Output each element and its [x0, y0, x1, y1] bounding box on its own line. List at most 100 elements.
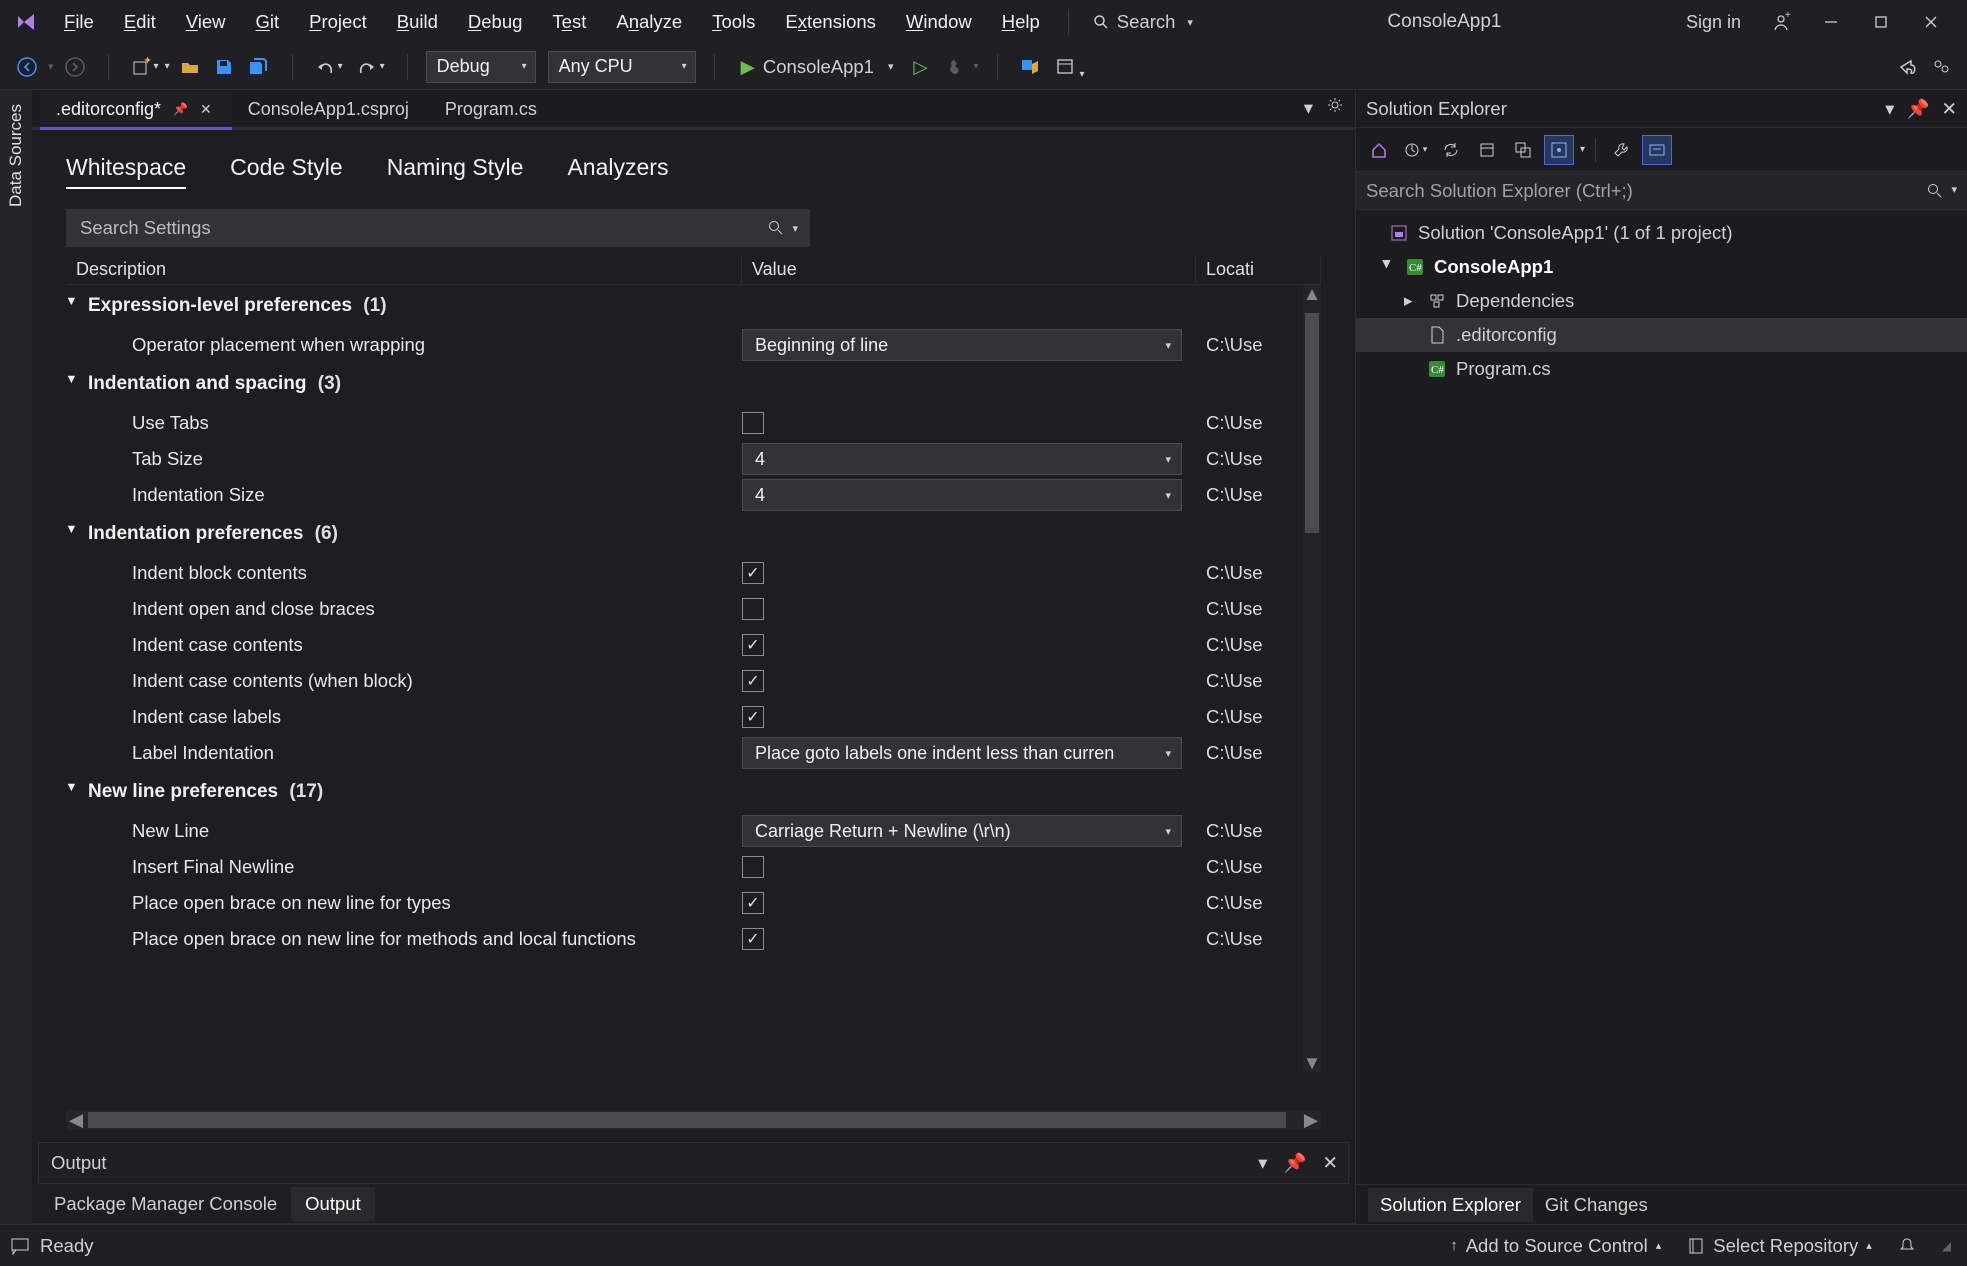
editor-tab[interactable]: Program.cs: [429, 91, 557, 127]
new-project-button[interactable]: ✦: [127, 52, 163, 82]
value-checkbox[interactable]: [742, 598, 764, 620]
collapse-icon[interactable]: [1472, 135, 1502, 165]
vertical-scrollbar[interactable]: ▲ ▼: [1303, 285, 1321, 1072]
save-all-button[interactable]: [244, 52, 274, 82]
save-button[interactable]: [210, 52, 238, 82]
preview-button[interactable]: [1544, 135, 1574, 165]
live-share-icon[interactable]: [1927, 52, 1955, 82]
tab-output[interactable]: Output: [291, 1187, 375, 1221]
data-sources-tab[interactable]: Data Sources: [6, 96, 26, 215]
menu-tools[interactable]: Tools: [698, 7, 769, 37]
column-description[interactable]: Description: [66, 255, 742, 284]
settings-group[interactable]: ▸ New line preferences (17): [66, 771, 1303, 813]
menu-edit[interactable]: Edit: [110, 7, 170, 37]
horizontal-scrollbar[interactable]: ◀▶: [66, 1110, 1321, 1130]
value-checkbox[interactable]: [742, 562, 764, 584]
value-dropdown[interactable]: 4: [742, 479, 1182, 511]
menu-project[interactable]: Project: [295, 7, 381, 37]
account-icon[interactable]: +: [1757, 4, 1805, 40]
sign-in-link[interactable]: Sign in: [1686, 12, 1741, 33]
expand-icon[interactable]: ▸: [1377, 260, 1397, 274]
value-checkbox[interactable]: [742, 412, 764, 434]
chevron-down-icon[interactable]: ▾: [792, 222, 798, 235]
solution-config-dropdown[interactable]: Debug: [426, 51, 536, 83]
properties-icon[interactable]: [1642, 135, 1672, 165]
maximize-button[interactable]: [1857, 4, 1905, 40]
close-icon[interactable]: ✕: [1322, 1152, 1338, 1174]
value-checkbox[interactable]: [742, 706, 764, 728]
open-button[interactable]: [176, 52, 204, 82]
resize-grip-icon[interactable]: ◢: [1942, 1239, 1951, 1253]
tree-node-project[interactable]: ▸ C# ConsoleApp1: [1356, 250, 1967, 284]
chevron-down-icon[interactable]: ▾: [1951, 183, 1957, 199]
tab-naming-style[interactable]: Naming Style: [387, 154, 524, 189]
settings-group[interactable]: ▸ Expression-level preferences (1): [66, 285, 1303, 327]
solution-platform-dropdown[interactable]: Any CPU: [548, 51, 696, 83]
value-dropdown[interactable]: Carriage Return + Newline (\r\n): [742, 815, 1182, 847]
bell-icon[interactable]: [1898, 1237, 1916, 1255]
collapse-icon[interactable]: ▸: [66, 526, 80, 542]
show-all-icon[interactable]: [1508, 135, 1538, 165]
tree-node-deps[interactable]: ▸ Dependencies: [1356, 284, 1967, 318]
menu-analyze[interactable]: Analyze: [602, 7, 696, 37]
settings-group[interactable]: ▸ Indentation preferences (6): [66, 513, 1303, 555]
undo-button[interactable]: [311, 52, 347, 82]
column-value[interactable]: Value: [742, 255, 1196, 284]
settings-group[interactable]: ▸ Indentation and spacing (3): [66, 363, 1303, 405]
tab-pkg-mgr-console[interactable]: Package Manager Console: [40, 1187, 291, 1221]
select-repository[interactable]: Select Repository ▴: [1687, 1235, 1872, 1257]
tab-git-changes[interactable]: Git Changes: [1533, 1188, 1660, 1222]
close-icon[interactable]: ✕: [1941, 98, 1957, 120]
value-dropdown[interactable]: 4: [742, 443, 1182, 475]
chevron-down-icon[interactable]: ▾: [1304, 97, 1313, 119]
tab-solution-explorer[interactable]: Solution Explorer: [1368, 1188, 1533, 1222]
redo-button[interactable]: [353, 52, 389, 82]
tab-whitespace[interactable]: Whitespace: [66, 154, 186, 189]
settings-search[interactable]: Search Settings ▾: [66, 209, 810, 247]
tab-analyzers[interactable]: Analyzers: [567, 154, 668, 189]
collapse-icon[interactable]: ▸: [66, 298, 80, 314]
nav-back-button[interactable]: [12, 52, 42, 82]
tab-code-style[interactable]: Code Style: [230, 154, 343, 189]
value-checkbox[interactable]: [742, 670, 764, 692]
start-debug-button[interactable]: ▶ ConsoleApp1 ▾: [733, 52, 902, 82]
tree-node-file[interactable]: C# Program.cs: [1356, 352, 1967, 386]
close-button[interactable]: [1907, 4, 1955, 40]
menu-debug[interactable]: Debug: [454, 7, 537, 37]
menu-window[interactable]: Window: [892, 7, 986, 37]
menu-extensions[interactable]: Extensions: [771, 7, 890, 37]
collapse-icon[interactable]: ▸: [66, 784, 80, 800]
solution-search[interactable]: Search Solution Explorer (Ctrl+;) ▾: [1356, 172, 1967, 210]
expand-icon[interactable]: ▸: [1404, 291, 1418, 311]
global-search[interactable]: Search ▾: [1083, 9, 1203, 35]
gear-icon[interactable]: [1327, 97, 1343, 119]
share-icon[interactable]: [1893, 52, 1921, 82]
menu-help[interactable]: Help: [988, 7, 1054, 37]
editor-tab[interactable]: .editorconfig* 📌 ✕: [40, 91, 232, 127]
value-checkbox[interactable]: [742, 634, 764, 656]
editor-tab[interactable]: ConsoleApp1.csproj: [232, 91, 429, 127]
overflow-icon[interactable]: ▾: [1052, 52, 1089, 82]
pin-icon[interactable]: 📌: [1283, 1152, 1306, 1174]
pin-icon[interactable]: 📌: [1906, 98, 1929, 120]
value-checkbox[interactable]: [742, 856, 764, 878]
menu-test[interactable]: Test: [538, 7, 600, 37]
menu-view[interactable]: View: [172, 7, 240, 37]
menu-build[interactable]: Build: [383, 7, 452, 37]
chevron-down-icon[interactable]: ▾: [1258, 1152, 1267, 1174]
minimize-button[interactable]: [1807, 4, 1855, 40]
menu-file[interactable]: File: [50, 7, 108, 37]
value-dropdown[interactable]: Place goto labels one indent less than c…: [742, 737, 1182, 769]
start-without-debug-button[interactable]: ▷: [908, 52, 934, 82]
scroll-thumb[interactable]: [1305, 313, 1319, 533]
pin-icon[interactable]: 📌: [173, 102, 188, 116]
collapse-icon[interactable]: ▸: [66, 376, 80, 392]
close-icon[interactable]: ✕: [200, 101, 212, 118]
wrench-icon[interactable]: [1606, 135, 1636, 165]
scroll-thumb[interactable]: [88, 1112, 1286, 1128]
tree-node-solution[interactable]: Solution 'ConsoleApp1' (1 of 1 project): [1356, 216, 1967, 250]
file-browser-icon[interactable]: [1016, 52, 1046, 82]
value-dropdown[interactable]: Beginning of line: [742, 329, 1182, 361]
sync-icon[interactable]: [1436, 135, 1466, 165]
value-checkbox[interactable]: [742, 928, 764, 950]
